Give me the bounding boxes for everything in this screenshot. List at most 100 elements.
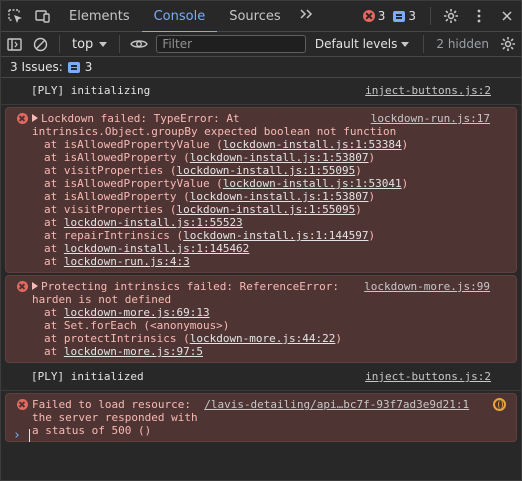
clear-console-icon[interactable] (27, 32, 53, 57)
message-count: 3 (408, 9, 416, 23)
frame-fn: at isAllowedProperty ( (44, 151, 190, 164)
source-link[interactable]: inject-buttons.js:2 (365, 370, 491, 383)
source-link[interactable]: inject-buttons.js:2 (365, 84, 491, 97)
frame-fn: at isAllowedPropertyValue ( (44, 138, 223, 151)
close-icon[interactable] (493, 1, 521, 32)
frame-fn: at isAllowedProperty ( (44, 190, 190, 203)
stack-frame: at lockdown-more.js:69:13 (44, 306, 490, 319)
stack-frame: at lockdown-run.js:4:3 (44, 255, 490, 268)
tab-sources[interactable]: Sources (217, 1, 292, 32)
issues-bar[interactable]: 3 Issues: 3 (1, 57, 521, 78)
error-text: the server responded with (32, 411, 198, 424)
more-tabs-icon[interactable] (293, 8, 319, 24)
error-count: 3 (377, 9, 386, 23)
frame-link[interactable]: lockdown-install.js:1:53384 (223, 138, 402, 151)
live-expression-eye-icon[interactable] (126, 32, 152, 57)
prompt-chevron-icon: › (13, 427, 21, 443)
frame-fn: at Set.forEach (<anonymous>) (44, 319, 230, 332)
divider (423, 35, 425, 53)
log-message: [PLY] initializing inject-buttons.js:2 (1, 79, 521, 105)
error-text: Failed to load resource: (32, 398, 191, 411)
context-selector[interactable]: top (66, 37, 113, 52)
stack-frame: at isAllowedPropertyValue (lockdown-inst… (44, 177, 490, 190)
message-text: [PLY] initialized (31, 370, 144, 383)
chevron-down-icon (99, 41, 108, 47)
frame-link[interactable]: lockdown-run.js:4:3 (64, 255, 190, 268)
tab-label: Console (153, 8, 206, 24)
error-message: Protecting intrinsics failed: ReferenceE… (5, 275, 517, 363)
hidden-count: 2 hidden (436, 37, 489, 51)
frame-fn: at (44, 216, 64, 229)
frame-link[interactable]: lockdown-more.js:69:13 (64, 306, 210, 319)
frame-link[interactable]: lockdown-install.js:1:55523 (64, 216, 243, 229)
error-icon (17, 281, 28, 292)
context-value: top (72, 36, 94, 52)
frame-suffix: ) (355, 203, 362, 216)
stack-frame: at visitProperties (lockdown-install.js:… (44, 164, 490, 177)
console-toolbar: top Default levels 2 hidden (1, 32, 521, 57)
error-icon (17, 113, 28, 124)
frame-fn: at isAllowedPropertyValue ( (44, 177, 223, 190)
stack-frame: at Set.forEach (<anonymous>) (44, 319, 490, 332)
frame-link[interactable]: lockdown-more.js:97:5 (64, 345, 203, 358)
frame-link[interactable]: lockdown-install.js:1:55095 (176, 164, 355, 177)
frame-fn: at protectIntrinsics ( (44, 332, 190, 345)
stack-frame: at lockdown-install.js:1:55523 (44, 216, 490, 229)
console-settings-icon[interactable] (495, 32, 521, 57)
device-toolbar-icon[interactable] (29, 1, 57, 32)
divider (430, 7, 431, 25)
issues-label: 3 Issues: (10, 60, 63, 74)
frame-link[interactable]: lockdown-install.js:1:55095 (176, 203, 355, 216)
frame-link[interactable]: lockdown-install.js:1:53807 (190, 151, 369, 164)
error-title: Protecting intrinsics failed: ReferenceE… (41, 280, 340, 293)
issues-count: 3 (84, 60, 93, 74)
console-prompt[interactable]: › (1, 425, 521, 445)
frame-link[interactable]: lockdown-more.js:44:22 (190, 332, 336, 345)
tab-elements[interactable]: Elements (57, 1, 142, 32)
error-counter[interactable]: 3 (362, 9, 386, 23)
resource-url-link[interactable]: /lavis-detailing/api…bc7f-93f7ad3e9d21:1 (204, 398, 469, 411)
frame-suffix: ) (355, 164, 362, 177)
frame-link[interactable]: lockdown-install.js:1:144597 (183, 229, 368, 242)
expand-triangle-icon[interactable] (32, 114, 38, 122)
network-globe-icon[interactable] (493, 398, 506, 411)
frame-fn: at (44, 345, 64, 358)
filter-input[interactable] (156, 35, 307, 53)
stack-frame: at lockdown-install.js:1:145462 (44, 242, 490, 255)
expand-triangle-icon[interactable] (32, 282, 38, 290)
levels-label: Default levels (314, 37, 398, 51)
frame-fn: at (44, 255, 64, 268)
stack-frame: at isAllowedPropertyValue (lockdown-inst… (44, 138, 490, 151)
error-title-continued: harden is not defined (32, 293, 172, 306)
frame-suffix: ) (368, 151, 376, 164)
frame-suffix: ) (368, 229, 376, 242)
inspect-element-icon[interactable] (1, 1, 29, 32)
message-counter[interactable]: 3 (393, 9, 416, 23)
frame-fn: at repairIntrinsics ( (44, 229, 184, 242)
frame-link[interactable]: lockdown-install.js:1:53807 (190, 190, 369, 203)
chevron-down-icon (401, 41, 410, 47)
frame-link[interactable]: lockdown-install.js:1:53041 (223, 177, 402, 190)
more-options-icon[interactable] (465, 1, 493, 32)
stack-frame: at visitProperties (lockdown-install.js:… (44, 203, 490, 216)
error-icon (362, 10, 375, 22)
log-message: [PLY] initialized inject-buttons.js:2 (1, 365, 521, 391)
frame-link[interactable]: lockdown-install.js:1:145462 (64, 242, 249, 255)
log-levels-dropdown[interactable]: Default levels (307, 37, 417, 51)
frame-suffix: ) (335, 332, 343, 345)
tab-console[interactable]: Console (141, 1, 218, 33)
error-message: Lockdown failed: TypeError: At intrinsic… (5, 107, 517, 273)
issue-icon (67, 61, 80, 73)
frame-suffix: ) (401, 138, 409, 151)
source-link[interactable]: lockdown-run.js:17 (371, 112, 490, 125)
frame-suffix: ) (401, 177, 409, 190)
sidebar-toggle-icon[interactable] (1, 32, 27, 57)
stack-frame: at protectIntrinsics (lockdown-more.js:4… (44, 332, 490, 345)
devtools-window: Elements Console Sources 3 3 top Filter … (0, 0, 522, 481)
source-link[interactable]: lockdown-more.js:99 (364, 280, 490, 293)
console-messages: [PLY] initializing inject-buttons.js:2 L… (1, 79, 521, 444)
message-text: [PLY] initializing (31, 84, 151, 97)
settings-gear-icon[interactable] (437, 1, 465, 32)
error-icon (17, 399, 28, 410)
divider (59, 35, 60, 53)
